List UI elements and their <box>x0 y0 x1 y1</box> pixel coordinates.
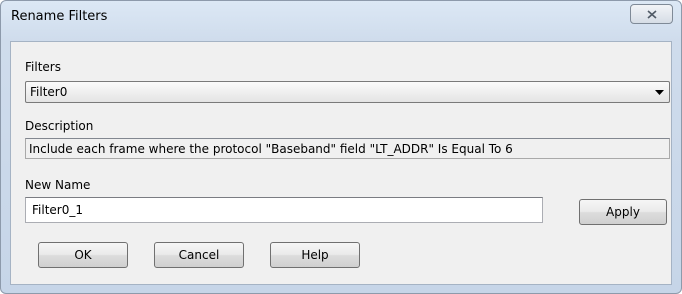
cancel-button-label: Cancel <box>178 248 220 262</box>
description-text: Include each frame where the protocol "B… <box>29 142 513 156</box>
ok-button[interactable]: OK <box>38 242 128 268</box>
description-label: Description <box>25 119 94 133</box>
filters-selected-value: Filter0 <box>30 85 68 99</box>
cancel-button[interactable]: Cancel <box>154 242 244 268</box>
new-name-input[interactable] <box>25 197 543 223</box>
rename-filters-dialog: Rename Filters Filters Filter0 Descripti… <box>0 0 682 294</box>
ok-button-label: OK <box>74 248 92 262</box>
help-button-label: Help <box>301 248 329 262</box>
close-button[interactable] <box>630 4 673 24</box>
description-field: Include each frame where the protocol "B… <box>25 138 670 159</box>
apply-button-label: Apply <box>606 205 640 219</box>
apply-button[interactable]: Apply <box>579 199 667 225</box>
chevron-down-icon[interactable] <box>651 84 667 100</box>
filters-label: Filters <box>25 60 61 74</box>
dialog-title: Rename Filters <box>11 9 108 24</box>
close-icon <box>646 9 657 19</box>
help-button[interactable]: Help <box>270 242 360 268</box>
title-bar[interactable]: Rename Filters <box>1 1 681 35</box>
dialog-body: Filters Filter0 Description Include each… <box>10 41 672 285</box>
filters-dropdown[interactable]: Filter0 <box>25 81 670 103</box>
new-name-label: New Name <box>25 178 91 192</box>
